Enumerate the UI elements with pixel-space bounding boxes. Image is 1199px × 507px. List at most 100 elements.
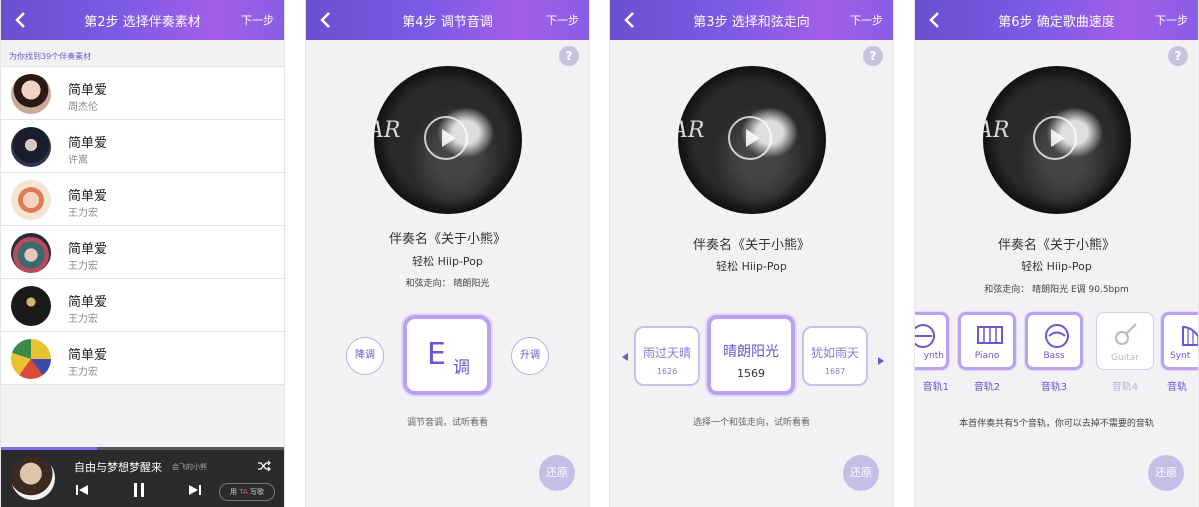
track-piano[interactable]: Piano (958, 312, 1016, 370)
album-cover: AR (678, 66, 826, 214)
help-icon[interactable]: ? (1168, 46, 1188, 66)
avatar (11, 233, 51, 273)
style-label: 轻松 Hiip-Pop (412, 255, 483, 268)
chord-name: 犹如雨天 (810, 346, 859, 360)
avatar (11, 339, 51, 379)
pause-icon[interactable] (132, 482, 146, 498)
hint-text: 调节音调，试听看看 (406, 418, 488, 428)
artist-name: 王力宏 (68, 314, 98, 325)
accompaniment-name: 伴奏名《关于小熊》 (692, 238, 810, 253)
play-icon[interactable] (424, 116, 468, 160)
piano-icon (977, 326, 1003, 344)
use-prefix: 用 (230, 488, 237, 496)
artist-name: 王力宏 (68, 367, 98, 378)
song-list-item[interactable]: 简单爱 王力宏 (1, 173, 284, 226)
help-icon[interactable]: ? (559, 46, 579, 66)
track-harp[interactable]: Synt (1161, 312, 1198, 370)
key-down-button[interactable]: 降调 (346, 337, 384, 375)
song-list-item[interactable]: 简单爱 王力宏 (1, 226, 284, 279)
chord-select-panel: 第3步 选择和弦走向 下一步 ? AR 伴奏名《关于小熊》 轻松 Hiip-Po… (609, 0, 894, 507)
next-track-icon[interactable] (188, 484, 202, 496)
album-cover-text: AR (374, 118, 401, 143)
avatar (11, 180, 51, 220)
now-playing-avatar (11, 456, 55, 500)
shuffle-icon[interactable] (257, 460, 271, 472)
track-bass[interactable]: Bass (1025, 312, 1083, 370)
album-cover-text: AR (678, 118, 705, 143)
use-ta-write-song-button[interactable]: 用 TA 写歌 (219, 483, 275, 501)
song-name: 简单爱 (68, 348, 108, 363)
synth-icon (915, 324, 935, 348)
song-name: 简单爱 (68, 83, 108, 98)
song-list-item[interactable]: 简单爱 王力宏 (1, 332, 284, 385)
next-step-button[interactable]: 下一步 (850, 12, 883, 28)
previous-icon[interactable] (75, 484, 89, 496)
header-bar: 第3步 选择和弦走向 下一步 (610, 0, 893, 40)
track-synth[interactable]: ynth (915, 312, 949, 370)
harp-icon (1182, 325, 1198, 346)
chord-next-arrow-icon[interactable] (878, 357, 884, 365)
track-name: Bass (1043, 351, 1065, 361)
chord-name: 雨过天晴 (642, 346, 691, 360)
avatar (11, 127, 51, 167)
track-guitar[interactable]: Guitar (1096, 312, 1154, 370)
current-key-display: E 调 (403, 315, 491, 395)
chord-option[interactable]: 犹如雨天 1687 (802, 326, 868, 386)
tempo-panel: 第6步 确定歌曲速度 下一步 ? AR 伴奏名《关于小熊》 轻松 Hiip-Po… (914, 0, 1199, 507)
track-label: 音轨 (1167, 382, 1187, 393)
next-step-button[interactable]: 下一步 (546, 12, 579, 28)
bass-icon (1045, 324, 1069, 348)
key-up-button[interactable]: 升调 (511, 337, 549, 375)
song-name: 简单爱 (68, 295, 108, 310)
track-label: 音轨4 (1111, 382, 1139, 393)
artist-name: 王力宏 (68, 208, 98, 219)
header-bar: 第4步 调节音调 下一步 (306, 0, 589, 40)
artist-name: 王力宏 (68, 261, 98, 272)
key-adjust-panel: 第4步 调节音调 下一步 ? AR 伴奏名《关于小熊》 轻松 Hiip-Pop … (305, 0, 590, 507)
accompaniment-name: 伴奏名《关于小熊》 (997, 238, 1115, 253)
artist-name: 许嵩 (68, 155, 88, 166)
next-step-button[interactable]: 下一步 (1155, 12, 1188, 28)
key-letter: E (427, 337, 446, 372)
hint-text: 选择一个和弦走向，试听看看 (692, 418, 810, 428)
play-icon[interactable] (1033, 116, 1077, 160)
album-cover-text: AR (983, 118, 1010, 143)
avatar (11, 286, 51, 326)
track-name: Synt (1170, 351, 1191, 361)
chord-prev-arrow-icon[interactable] (622, 353, 628, 361)
chord-option-selected[interactable]: 晴朗阳光 1569 (707, 315, 795, 395)
song-list-item[interactable]: 简单爱 周杰伦 (1, 67, 284, 120)
style-label: 轻松 Hiip-Pop (1021, 260, 1092, 273)
hint-text: 本首伴奏共有5个音轨，你可以去掉不需要的音轨 (959, 419, 1154, 429)
chord-info: 和弦走向： 晴朗阳光 (405, 279, 490, 289)
song-list-panel: 第2步 选择伴奏素材 下一步 为你找到39个伴奏素材 简单爱 周杰伦 简单爱 许… (0, 0, 285, 507)
results-count: 为你找到39个伴奏素材 (9, 52, 92, 61)
avatar (11, 74, 51, 114)
album-cover: AR (983, 66, 1131, 214)
chord-option[interactable]: 雨过天晴 1626 (634, 326, 700, 386)
track-label: 音轨3 (1040, 382, 1068, 393)
next-step-button[interactable]: 下一步 (241, 12, 274, 28)
key-suffix: 调 (453, 358, 470, 378)
track-name: Guitar (1111, 353, 1139, 363)
song-name: 简单爱 (68, 242, 108, 257)
song-list-item[interactable]: 简单爱 王力宏 (1, 279, 284, 332)
track-name: ynth (923, 351, 944, 361)
restore-button[interactable]: 还原 (1148, 455, 1184, 491)
album-cover: AR (374, 66, 522, 214)
restore-button[interactable]: 还原 (539, 455, 575, 491)
artist-name: 周杰伦 (68, 102, 98, 113)
song-list-item[interactable]: 简单爱 许嵩 (1, 120, 284, 173)
header-bar: 第6步 确定歌曲速度 下一步 (915, 0, 1198, 40)
chord-count: 1626 (656, 367, 678, 376)
song-name: 简单爱 (68, 189, 108, 204)
style-label: 轻松 Hiip-Pop (716, 260, 787, 273)
chord-info: 和弦走向： 晴朗阳光 E调 90.5bpm (984, 285, 1129, 295)
chord-count: 1569 (737, 367, 765, 380)
use-suffix: 写歌 (250, 488, 264, 496)
restore-button[interactable]: 还原 (843, 455, 879, 491)
help-icon[interactable]: ? (863, 46, 883, 66)
track-label: 音轨2 (973, 382, 1001, 393)
now-playing-title: 自由与梦想梦醒来 (74, 461, 162, 474)
play-icon[interactable] (728, 116, 772, 160)
